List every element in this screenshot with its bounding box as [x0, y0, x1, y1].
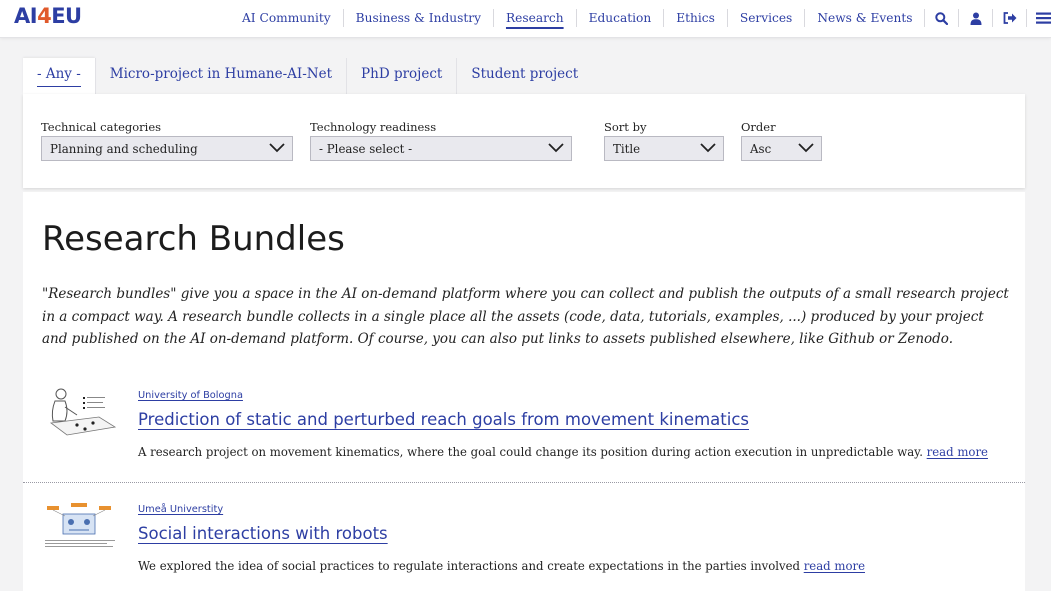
nav-business-industry[interactable]: Business & Industry [342, 9, 493, 27]
nav-education[interactable]: Education [575, 9, 664, 27]
sort-by-select[interactable]: Title [604, 136, 724, 161]
order-label: Order [741, 120, 776, 134]
bundle-organization-link[interactable]: University of Bologna [138, 390, 243, 401]
read-more-link[interactable]: read more [927, 445, 988, 459]
technical-categories-label: Technical categories [41, 120, 162, 134]
bundle-thumbnail[interactable] [43, 385, 119, 441]
order-select[interactable]: Asc [741, 136, 822, 161]
chevron-down-icon [547, 140, 565, 159]
bundle-description: A research project on movement kinematic… [138, 445, 988, 459]
site-header: AI4EU AI Community Business & Industry R… [0, 0, 1051, 38]
bundle-title-link[interactable]: Prediction of static and perturbed reach… [138, 410, 749, 429]
technical-categories-filter: Technical categories Planning and schedu… [41, 120, 293, 161]
user-icon[interactable] [958, 9, 992, 27]
menu-icon[interactable] [1026, 9, 1051, 27]
list-item: Umeå Universtity Social interactions wit… [23, 498, 1025, 591]
technology-readiness-value: - Please select - [319, 142, 413, 156]
order-filter: Order Asc [741, 120, 822, 161]
tab-student-project[interactable]: Student project [456, 58, 592, 94]
bundle-thumbnail[interactable] [43, 502, 119, 558]
nav-ethics[interactable]: Ethics [663, 9, 727, 27]
intro-text: "Research bundles" give you a space in t… [42, 286, 1009, 347]
chevron-down-icon [699, 140, 717, 159]
technical-categories-select[interactable]: Planning and scheduling [41, 136, 293, 161]
main-content: Research Bundles "Research bundles" give… [23, 192, 1025, 591]
main-nav: AI Community Business & Industry Researc… [230, 0, 1051, 36]
read-more-link[interactable]: read more [804, 559, 865, 573]
nav-ai-community[interactable]: AI Community [230, 9, 343, 27]
list-item: University of Bologna Prediction of stat… [23, 382, 1025, 483]
page-title: Research Bundles [42, 219, 345, 259]
nav-research[interactable]: Research [492, 9, 576, 27]
tab-any[interactable]: - Any - [23, 58, 95, 94]
technology-readiness-label: Technology readiness [310, 120, 437, 134]
technology-readiness-filter: Technology readiness - Please select - [310, 120, 572, 161]
chevron-down-icon [268, 140, 286, 159]
sort-by-label: Sort by [604, 120, 647, 134]
order-value: Asc [750, 142, 772, 156]
logout-icon[interactable] [992, 9, 1026, 27]
technical-categories-value: Planning and scheduling [50, 142, 198, 156]
sort-by-value: Title [613, 142, 641, 156]
chevron-down-icon [797, 140, 815, 159]
sort-by-filter: Sort by Title [604, 120, 724, 161]
search-icon[interactable] [924, 9, 958, 27]
bundle-description: We explored the idea of social practices… [138, 559, 865, 573]
project-type-tabs: - Any - Micro-project in Humane-AI-Net P… [23, 58, 592, 94]
nav-services[interactable]: Services [726, 9, 804, 27]
filter-panel: Technical categories Planning and schedu… [23, 94, 1025, 188]
technology-readiness-select[interactable]: - Please select - [310, 136, 572, 161]
bundle-organization-link[interactable]: Umeå Universtity [138, 504, 223, 515]
tab-phd-project[interactable]: PhD project [346, 58, 456, 94]
bundle-description-text: We explored the idea of social practices… [138, 559, 800, 573]
bundle-description-text: A research project on movement kinematic… [138, 445, 923, 459]
nav-news-events[interactable]: News & Events [804, 9, 924, 27]
bundle-title-link[interactable]: Social interactions with robots [138, 524, 388, 543]
ai4eu-logo[interactable]: AI4EU [14, 4, 82, 28]
tab-micro-project[interactable]: Micro-project in Humane-AI-Net [94, 58, 346, 94]
